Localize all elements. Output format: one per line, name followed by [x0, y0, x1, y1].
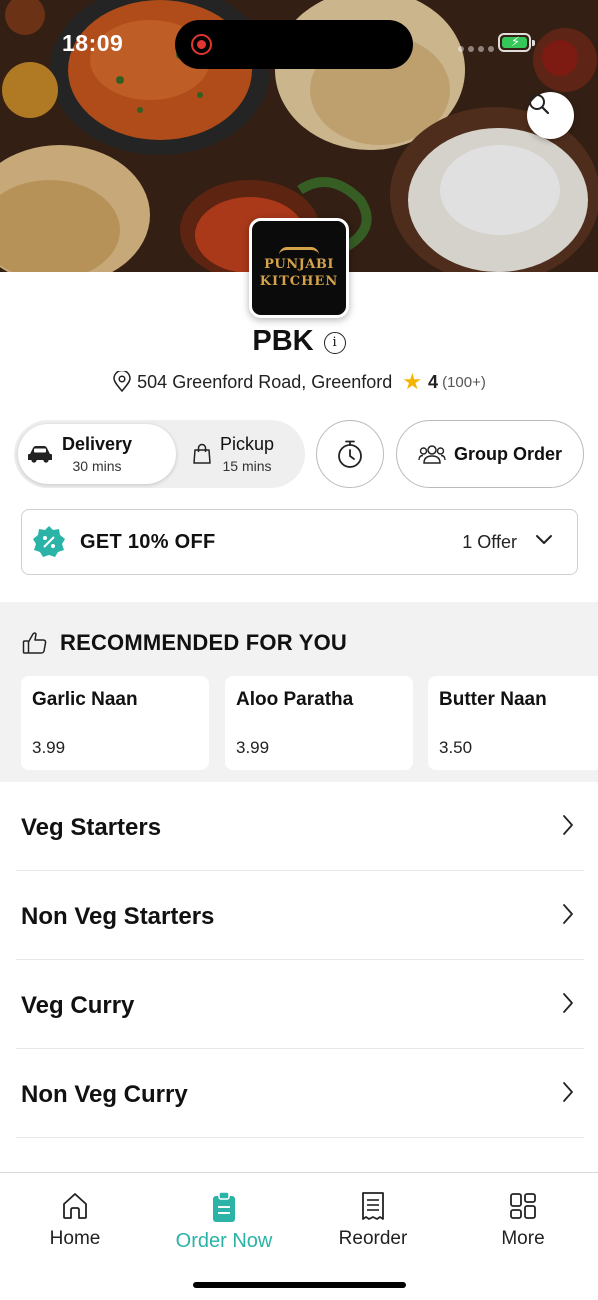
offer-banner[interactable]: GET 10% OFF 1 Offer [21, 509, 578, 575]
category-name: Non Veg Starters [21, 903, 215, 930]
group-order-label: Group Order [453, 443, 562, 464]
stopwatch-icon [338, 440, 362, 468]
signal-icon [458, 46, 494, 52]
restaurant-address: 504 Greenford Road, Greenford [137, 371, 393, 392]
recommended-card[interactable]: Garlic Naan 3.99 [21, 676, 209, 770]
recommended-item-price: 3.99 [32, 738, 66, 757]
nav-order-now[interactable]: Order Now [149, 1191, 299, 1253]
star-icon: ★ [402, 369, 423, 394]
nav-reorder[interactable]: Reorder [298, 1191, 448, 1250]
pickup-option[interactable]: Pickup 15 mins [184, 424, 302, 484]
offer-title: GET 10% OFF [80, 530, 216, 553]
nav-label: Home [49, 1228, 101, 1249]
category-row[interactable]: Veg Curry [16, 960, 584, 1049]
recommended-item-name: Garlic Naan [32, 689, 138, 710]
chevron-right-icon [563, 904, 573, 924]
category-name: Veg Curry [21, 992, 135, 1019]
thumbs-up-icon [22, 632, 47, 654]
status-time: 18:09 [62, 30, 124, 56]
group-icon [418, 445, 446, 464]
schedule-button[interactable] [316, 420, 384, 488]
nav-home[interactable]: Home [0, 1191, 150, 1250]
dynamic-island [175, 20, 413, 69]
chevron-right-icon [563, 815, 573, 835]
info-icon[interactable]: i [323, 331, 346, 354]
chevron-right-icon [563, 1082, 573, 1102]
order-mode-toggle: Delivery 30 mins Pickup 15 mins [14, 420, 305, 488]
order-icon [213, 1191, 235, 1222]
battery-icon: ⚡ [498, 33, 535, 52]
recommended-header: RECOMMENDED FOR YOU [22, 630, 347, 656]
chevron-down-icon [536, 535, 552, 544]
category-name: Veg Starters [21, 814, 162, 841]
shopping-bag-icon [193, 443, 211, 464]
nav-label: Reorder [338, 1228, 408, 1249]
delivery-option[interactable]: Delivery 30 mins [18, 424, 176, 484]
delivery-label: Delivery [62, 434, 133, 454]
search-button[interactable] [527, 92, 574, 139]
receipt-icon [362, 1192, 384, 1220]
category-row[interactable]: Non Veg Starters [16, 871, 584, 960]
rating-value: 4 [428, 371, 439, 392]
recommended-heading: RECOMMENDED FOR YOU [60, 630, 347, 655]
offer-count: 1 Offer [462, 531, 517, 552]
recommended-card[interactable]: Butter Naan 3.50 [428, 676, 598, 770]
chevron-right-icon [563, 993, 573, 1013]
delivery-time: 30 mins [72, 458, 122, 474]
group-order-button[interactable]: Group Order [396, 420, 584, 488]
location-pin-icon [113, 371, 131, 393]
recommended-item-name: Aloo Paratha [236, 689, 354, 710]
title-row: PBK i [0, 325, 598, 358]
restaurant-logo: PUNJABI KITCHEN [249, 218, 349, 318]
restaurant-name: PBK [252, 325, 314, 357]
recording-icon [191, 34, 212, 55]
rating-count: (100+) [442, 373, 486, 391]
recommended-item-price: 3.99 [236, 738, 270, 757]
home-icon [63, 1193, 87, 1219]
pickup-time: 15 mins [222, 458, 272, 474]
category-name: Non Veg Curry [21, 1081, 188, 1108]
grid-icon [510, 1193, 536, 1219]
pickup-label: Pickup [220, 434, 275, 454]
search-icon [529, 94, 550, 115]
recommended-card[interactable]: Aloo Paratha 3.99 [225, 676, 413, 770]
bottom-nav: Home Order Now Reorder More [0, 1172, 598, 1300]
category-row[interactable]: Non Veg Curry [16, 1049, 584, 1138]
recommended-item-price: 3.50 [439, 738, 473, 757]
nav-label: Order Now [175, 1230, 273, 1252]
home-indicator [193, 1282, 406, 1288]
address-row: 504 Greenford Road, Greenford ★ 4 (100+) [0, 369, 598, 395]
car-icon [28, 446, 52, 463]
recommended-item-name: Butter Naan [439, 689, 547, 710]
discount-badge-icon [33, 526, 65, 557]
category-row[interactable]: Veg Starters [16, 782, 584, 871]
nav-label: More [501, 1228, 545, 1249]
nav-more[interactable]: More [448, 1191, 598, 1250]
